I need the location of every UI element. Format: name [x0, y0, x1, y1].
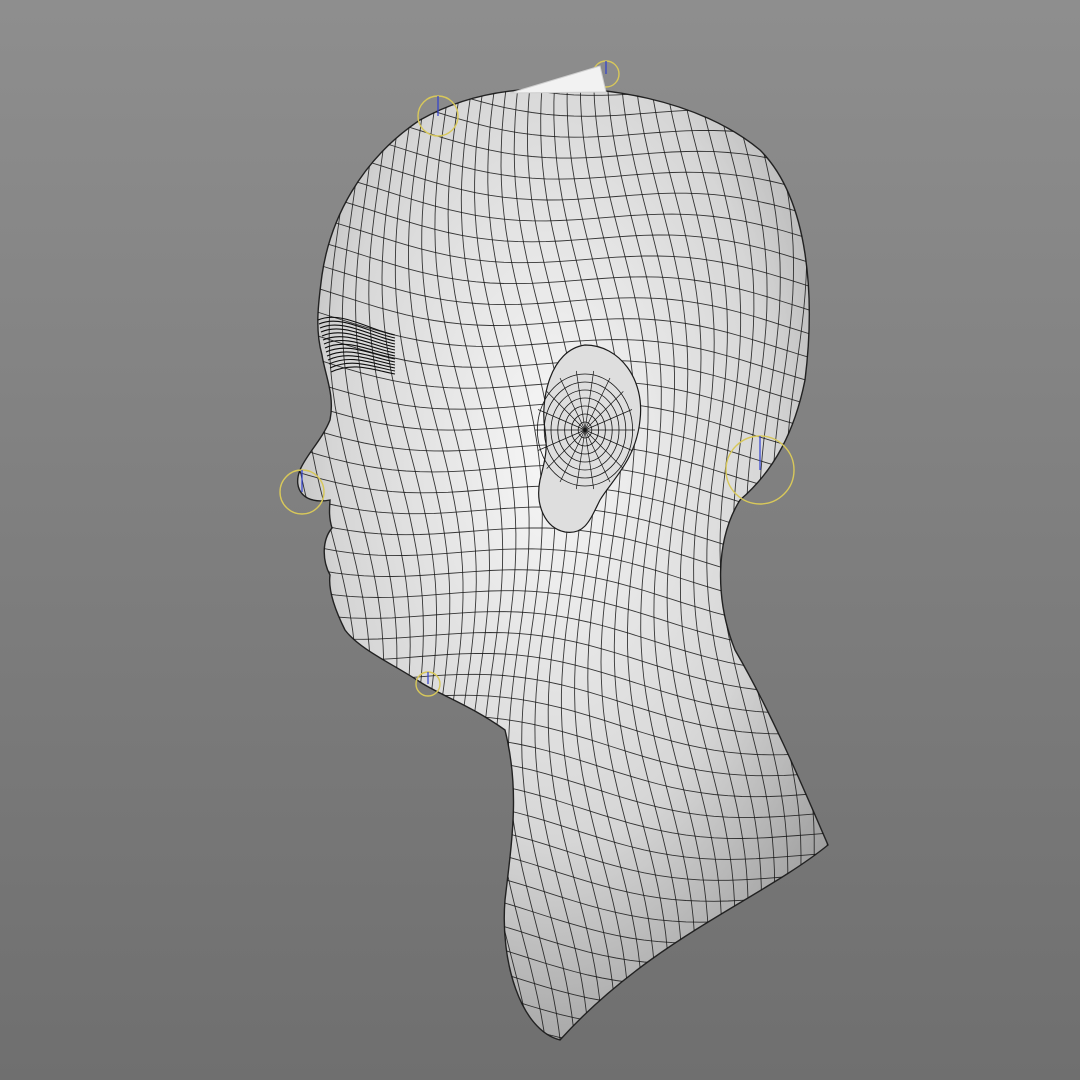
3d-viewport[interactable]	[0, 0, 1080, 1080]
viewport-scene[interactable]	[0, 0, 1080, 1080]
